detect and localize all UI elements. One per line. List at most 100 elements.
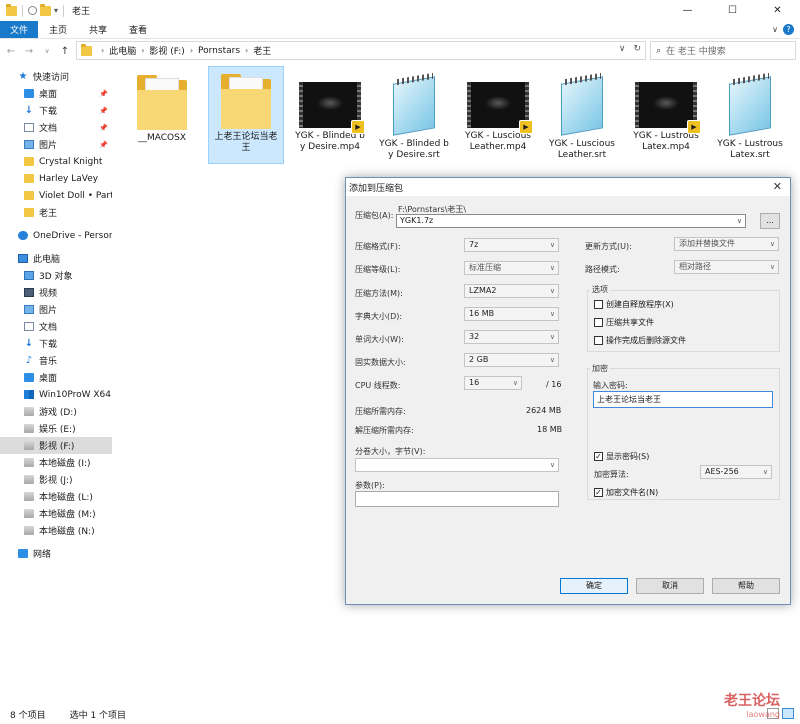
pin-icon: 📌 (99, 89, 108, 98)
update-mode-select[interactable]: 添加并替换文件 ∨ (674, 237, 779, 251)
sidebar-item-downloads[interactable]: ↓ 下载 📌 (0, 102, 112, 119)
help-icon[interactable]: ? (783, 24, 794, 35)
address-history-chevron-icon[interactable]: ∨ (619, 44, 626, 54)
expand-ribbon-chevron-icon[interactable]: ∨ (772, 25, 778, 34)
maximize-button[interactable]: ☐ (710, 0, 755, 21)
file-item-macosx[interactable]: __MACOSX (124, 68, 200, 156)
encryption-group-title: 加密 (590, 363, 610, 374)
compress-shared-checkbox[interactable]: 压缩共享文件 (594, 317, 654, 328)
refresh-icon[interactable]: ↻ (633, 44, 641, 54)
up-arrow-icon[interactable]: ↑ (58, 46, 72, 57)
tab-home[interactable]: 主页 (38, 21, 78, 38)
method-label: 压缩方法(M): (355, 289, 403, 298)
help-button[interactable]: 帮助 (712, 578, 780, 594)
desktop-icon (24, 373, 34, 382)
file-item-subtitle[interactable]: YGK - Lustrous Latex.srt (712, 68, 788, 164)
file-item-folder-selected[interactable]: 上老王论坛当老王 (208, 66, 284, 164)
tab-view[interactable]: 查看 (118, 21, 158, 38)
parameters-field[interactable] (355, 491, 559, 507)
sidebar-item-pc-downloads[interactable]: ↓ 下载 (0, 335, 112, 352)
file-item-video[interactable]: ▶ YGK - Blinded by Desire.mp4 (292, 68, 368, 164)
video-thumbnail-icon: ▶ (467, 82, 533, 134)
sidebar-item-videos[interactable]: 视频 (0, 284, 112, 301)
sidebar-item-drive-c[interactable]: Win10ProW X64 (C (0, 386, 112, 403)
forward-arrow-icon[interactable]: → (22, 46, 36, 57)
method-select[interactable]: LZMA2 ∨ (464, 284, 559, 298)
encrypt-filenames-checkbox[interactable]: ✓ 加密文件名(N) (594, 487, 658, 498)
sidebar-item-drive-l[interactable]: 本地磁盘 (L:) (0, 488, 112, 505)
sidebar-item-crystal-knight[interactable]: Crystal Knight (0, 153, 112, 170)
large-icons-view-icon[interactable] (782, 708, 794, 719)
show-password-checkbox[interactable]: ✓ 显示密码(S) (594, 451, 649, 462)
cancel-button[interactable]: 取消 (636, 578, 704, 594)
sidebar-item-drive-j[interactable]: 影视 (J:) (0, 471, 112, 488)
sidebar-item-drive-m[interactable]: 本地磁盘 (M:) (0, 505, 112, 522)
music-icon: ♪ (25, 355, 33, 366)
file-item-subtitle[interactable]: YGK - Blinded by Desire.srt (376, 68, 452, 164)
video-thumbnail-icon: ▶ (635, 82, 701, 134)
sidebar-item-drive-e[interactable]: 娱乐 (E:) (0, 420, 112, 437)
sidebar-item-pc-pictures[interactable]: 图片 (0, 301, 112, 318)
sidebar-item-network[interactable]: 网络 (0, 545, 112, 562)
word-size-select[interactable]: 32 ∨ (464, 330, 559, 344)
path-mode-select[interactable]: 相对路径 ∨ (674, 260, 779, 274)
sidebar-item-onedrive[interactable]: OneDrive - Persona (0, 227, 112, 244)
sidebar-item-pc-desktop[interactable]: 桌面 (0, 369, 112, 386)
encryption-method-select[interactable]: AES-256 ∨ (700, 465, 772, 479)
new-folder-icon[interactable] (40, 3, 51, 16)
search-input[interactable]: ⌕ 在 老王 中搜索 (650, 41, 796, 60)
sidebar-item-pc-documents[interactable]: 文档 (0, 318, 112, 335)
solid-size-select[interactable]: 2 GB ∨ (464, 353, 559, 367)
sidebar-item-laowang[interactable]: 老王 (0, 204, 112, 221)
decompress-memory-value: 18 MB (537, 425, 563, 434)
sidebar-item-drive-i[interactable]: 本地磁盘 (I:) (0, 454, 112, 471)
customize-chevron-icon[interactable]: ▾ (54, 6, 58, 15)
ok-button[interactable]: 确定 (560, 578, 628, 594)
file-item-video[interactable]: ▶ YGK - Lustrous Latex.mp4 (628, 68, 704, 164)
video-thumbnail-icon: ▶ (299, 82, 365, 134)
recent-locations-chevron-icon[interactable]: ∨ (40, 47, 54, 55)
breadcrumb-drive-f[interactable]: 影视 (F:) (149, 44, 184, 57)
dialog-title-bar: 添加到压缩包 (346, 178, 790, 196)
password-field[interactable]: 上老王论坛当老王 (593, 391, 773, 408)
split-volume-select[interactable]: ∨ (355, 458, 559, 472)
sidebar-item-drive-d[interactable]: 游戏 (D:) (0, 403, 112, 420)
file-item-video[interactable]: ▶ YGK - Luscious Leather.mp4 (460, 68, 536, 164)
sidebar-item-desktop[interactable]: 桌面 📌 (0, 85, 112, 102)
format-select[interactable]: 7z ∨ (464, 238, 559, 252)
sidebar-item-harley-lavey[interactable]: Harley LaVey (0, 170, 112, 187)
dictionary-select[interactable]: 16 MB ∨ (464, 307, 559, 321)
tab-file[interactable]: 文件 (0, 21, 39, 38)
properties-icon[interactable] (28, 6, 37, 15)
sidebar-item-this-pc[interactable]: 此电脑 (0, 250, 112, 267)
compress-memory-label: 压缩所需内存: (355, 407, 406, 416)
breadcrumb-current[interactable]: 老王 (253, 44, 271, 57)
notepad-icon (387, 72, 441, 136)
sidebar-item-drive-n[interactable]: 本地磁盘 (N:) (0, 522, 112, 539)
close-button[interactable]: ✕ (755, 0, 800, 21)
breadcrumb-this-pc[interactable]: 此电脑 (109, 44, 136, 57)
sidebar-item-drive-f[interactable]: 影视 (F:) (0, 437, 112, 454)
address-bar[interactable]: › 此电脑 › 影视 (F:) › Pornstars › 老王 ∨ ↻ (76, 41, 646, 60)
breadcrumb-pornstars[interactable]: Pornstars (198, 46, 240, 56)
sidebar-item-violet-doll[interactable]: Violet Doll • Part 2 (0, 187, 112, 204)
tab-share[interactable]: 共享 (78, 21, 118, 38)
minimize-button[interactable]: — (665, 0, 710, 21)
sidebar-item-quick-access[interactable]: ★ 快速访问 (0, 68, 112, 85)
archive-name-field[interactable]: YGK1.7z ∨ (396, 214, 746, 228)
archive-history-chevron-icon[interactable]: ∨ (737, 215, 742, 227)
sidebar-item-pictures[interactable]: 图片 📌 (0, 136, 112, 153)
drive-icon (24, 475, 34, 484)
dialog-close-icon[interactable]: ✕ (773, 180, 782, 193)
create-sfx-checkbox[interactable]: 创建自释放程序(X) (594, 299, 674, 310)
back-arrow-icon[interactable]: ← (4, 46, 18, 57)
sidebar-item-3d-objects[interactable]: 3D 对象 (0, 267, 112, 284)
level-select[interactable]: 标准压缩 ∨ (464, 261, 559, 275)
delete-after-checkbox[interactable]: 操作完成后删除源文件 (594, 335, 686, 346)
sidebar-item-documents[interactable]: 文档 📌 (0, 119, 112, 136)
browse-button[interactable]: ... (760, 213, 780, 229)
file-item-subtitle[interactable]: YGK - Luscious Leather.srt (544, 68, 620, 164)
checkbox-icon (594, 336, 603, 345)
cpu-threads-select[interactable]: 16 ∨ (464, 376, 522, 390)
sidebar-item-music[interactable]: ♪ 音乐 (0, 352, 112, 369)
